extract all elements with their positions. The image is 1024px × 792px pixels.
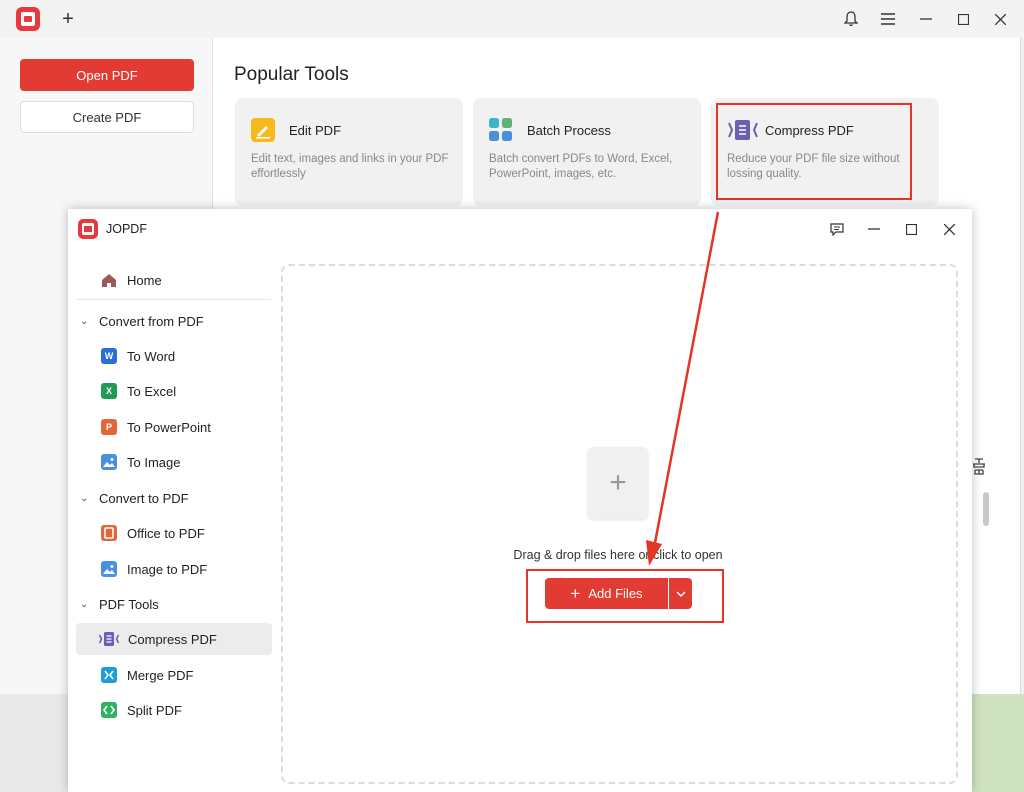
- annotation-arrow: [646, 211, 720, 566]
